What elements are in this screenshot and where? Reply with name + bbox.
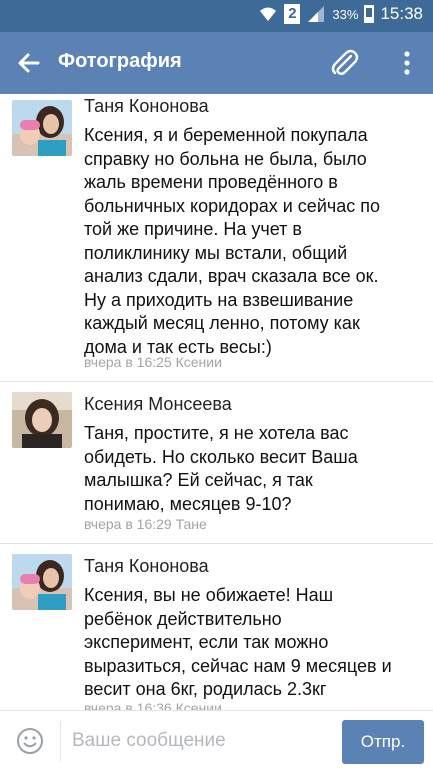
back-arrow-icon[interactable] bbox=[14, 48, 44, 78]
text-line: понимаю, месяцев 9-10? bbox=[84, 493, 292, 514]
message-text: Ксения, я и беременной покупала справку … bbox=[84, 124, 420, 359]
text-line: поликлинику мы встали, общий bbox=[84, 242, 348, 263]
signal-icon bbox=[308, 6, 325, 22]
text-line: Ксения, вы не обижаете! Наш bbox=[84, 585, 334, 605]
text-line: выразиться, сейчас нам 9 месяцев и bbox=[84, 655, 392, 676]
avatar[interactable] bbox=[12, 554, 72, 610]
text-line: Ксения, я и беременной покупала bbox=[84, 125, 368, 145]
app-bar: Фотография bbox=[0, 32, 433, 94]
battery-percent: 33% bbox=[332, 6, 359, 22]
text-line: жаль времени проведённого в bbox=[84, 172, 338, 192]
text-line: Ну а приходить на взвешивание bbox=[84, 289, 354, 310]
text-line: больничных коридорах и сейчас по bbox=[84, 195, 381, 216]
message-author[interactable]: Таня Кононова bbox=[84, 96, 209, 117]
battery-icon bbox=[364, 5, 375, 23]
clock: 15:38 bbox=[380, 4, 423, 23]
more-menu-icon[interactable] bbox=[397, 46, 417, 80]
text-line: обидеть. Но сколько весит Ваша bbox=[84, 446, 358, 467]
text-line: малышка? Ей сейчас, я так bbox=[84, 470, 313, 490]
message-list[interactable]: Таня Кононова Ксения, я и беременной пок… bbox=[0, 94, 433, 710]
avatar[interactable] bbox=[12, 100, 72, 156]
sim-indicator: 2 bbox=[284, 4, 301, 24]
text-line: той же причине. На учет в bbox=[84, 219, 302, 239]
text-line: эксперимент, если так можно bbox=[84, 632, 329, 652]
message-timestamp: вчера в 16:36 Ксении bbox=[84, 700, 222, 710]
text-line: справку но больна не была, было bbox=[84, 148, 367, 169]
message-text: Таня, простите, я не хотела вас обидеть.… bbox=[84, 422, 420, 516]
message-author[interactable]: Ксения Монсеева bbox=[84, 394, 232, 415]
message-composer: Отпр. bbox=[0, 710, 433, 770]
message-input[interactable] bbox=[72, 723, 330, 759]
text-line: ребёнок действительно bbox=[84, 608, 282, 629]
divider bbox=[0, 543, 433, 544]
divider bbox=[0, 381, 433, 382]
status-bar: 2 33% 15:38 bbox=[0, 0, 433, 32]
page-title: Фотография bbox=[58, 50, 182, 72]
text-line: Таня, простите, я не хотела вас bbox=[84, 423, 349, 443]
attach-icon[interactable] bbox=[327, 46, 361, 80]
message-timestamp: вчера в 16:29 Тане bbox=[84, 516, 207, 532]
text-line: весит она 6кг, родилась 2.3кг bbox=[84, 679, 327, 699]
avatar[interactable] bbox=[12, 392, 72, 448]
message-author[interactable]: Таня Кононова bbox=[84, 556, 209, 577]
emoji-icon[interactable] bbox=[16, 727, 44, 755]
divider bbox=[60, 721, 61, 761]
message-text: Ксения, вы не обижаете! Наш ребёнок дейс… bbox=[84, 584, 420, 702]
message-timestamp: вчера в 16:25 Ксении bbox=[84, 354, 222, 370]
send-button[interactable]: Отпр. bbox=[342, 720, 424, 764]
wifi-icon bbox=[260, 7, 277, 21]
text-line: каждый месяц ленно, потому как bbox=[84, 313, 360, 333]
text-line: анализ сдали, врач сказала все ок. bbox=[84, 266, 379, 286]
